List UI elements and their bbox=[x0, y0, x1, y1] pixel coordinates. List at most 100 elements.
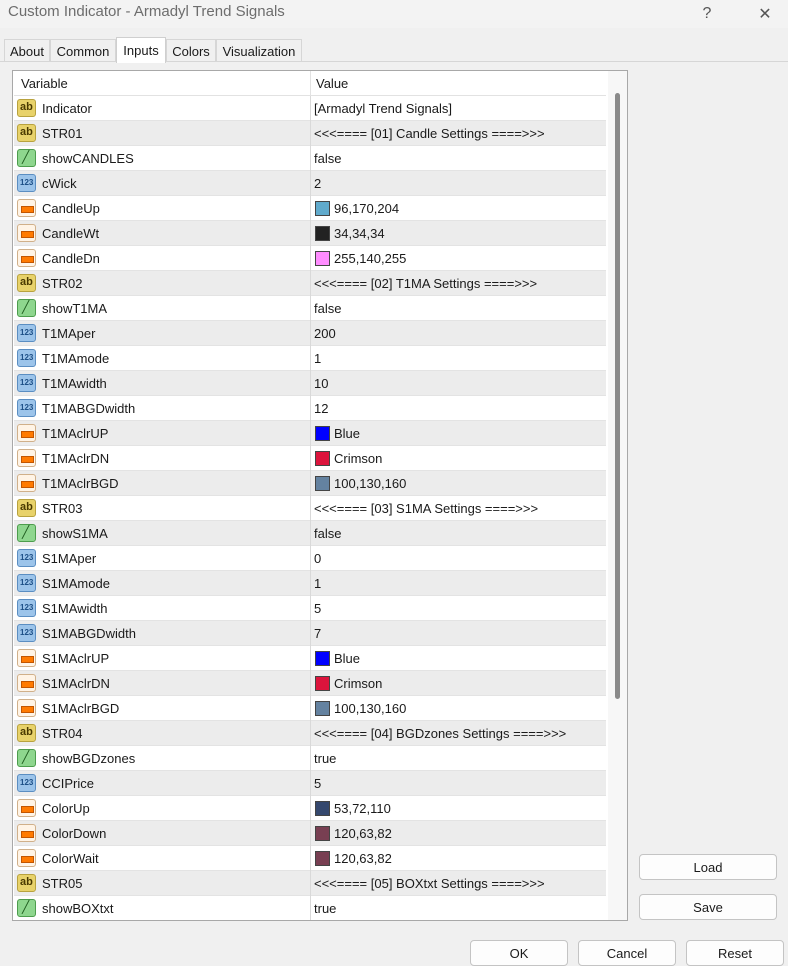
table-row[interactable]: ColorUp 53,72,110 bbox=[14, 796, 606, 821]
variable-value[interactable]: false bbox=[314, 151, 341, 166]
variable-name: cWick bbox=[42, 176, 77, 191]
table-row[interactable]: T1MAclrDN Crimson bbox=[14, 446, 606, 471]
column-header-variable[interactable]: Variable bbox=[21, 76, 68, 91]
variable-value[interactable]: Blue bbox=[334, 651, 360, 666]
table-row[interactable]: S1MAper 0 bbox=[14, 546, 606, 571]
variable-value[interactable]: 96,170,204 bbox=[334, 201, 399, 216]
table-row[interactable]: T1MAclrBGD 100,130,160 bbox=[14, 471, 606, 496]
variable-value[interactable]: 7 bbox=[314, 626, 321, 641]
variable-value[interactable]: 53,72,110 bbox=[334, 801, 391, 816]
ok-button[interactable]: OK bbox=[470, 940, 568, 966]
table-row[interactable]: showBOXtxt true bbox=[14, 896, 606, 920]
color-swatch[interactable] bbox=[315, 426, 330, 441]
color-swatch[interactable] bbox=[315, 701, 330, 716]
table-row[interactable]: T1MABGDwidth 12 bbox=[14, 396, 606, 421]
table-row[interactable]: showCANDLES false bbox=[14, 146, 606, 171]
color-swatch[interactable] bbox=[315, 801, 330, 816]
table-row[interactable]: showS1MA false bbox=[14, 521, 606, 546]
variable-value[interactable]: 120,63,82 bbox=[334, 826, 392, 841]
variable-value[interactable]: 1 bbox=[314, 351, 321, 366]
color-type-icon bbox=[17, 449, 36, 467]
table-row[interactable]: S1MABGDwidth 7 bbox=[14, 621, 606, 646]
vertical-scrollbar[interactable] bbox=[608, 71, 627, 920]
table-row[interactable]: CCIPrice 5 bbox=[14, 771, 606, 796]
tab-common[interactable]: Common bbox=[50, 39, 116, 62]
color-swatch[interactable] bbox=[315, 201, 330, 216]
variable-value[interactable]: false bbox=[314, 526, 341, 541]
table-row[interactable]: cWick 2 bbox=[14, 171, 606, 196]
table-row[interactable]: STR02 <<<==== [02] T1MA Settings ====>>> bbox=[14, 271, 606, 296]
load-button[interactable]: Load bbox=[639, 854, 777, 880]
variable-value[interactable]: 100,130,160 bbox=[334, 476, 406, 491]
color-swatch[interactable] bbox=[315, 851, 330, 866]
table-row[interactable]: Indicator [Armadyl Trend Signals] bbox=[14, 96, 606, 121]
table-row[interactable]: showT1MA false bbox=[14, 296, 606, 321]
table-row[interactable]: showBGDzones true bbox=[14, 746, 606, 771]
variable-value[interactable]: [Armadyl Trend Signals] bbox=[314, 101, 452, 116]
variable-name: S1MAper bbox=[42, 551, 97, 566]
reset-button[interactable]: Reset bbox=[686, 940, 784, 966]
variable-value[interactable]: Crimson bbox=[334, 676, 382, 691]
cancel-button[interactable]: Cancel bbox=[578, 940, 676, 966]
variable-value[interactable]: 10 bbox=[314, 376, 328, 391]
variable-value[interactable]: <<<==== [04] BGDzones Settings ====>>> bbox=[314, 726, 566, 741]
table-row[interactable]: T1MAwidth 10 bbox=[14, 371, 606, 396]
variable-value[interactable]: 1 bbox=[314, 576, 321, 591]
variable-value[interactable]: 120,63,82 bbox=[334, 851, 392, 866]
save-button[interactable]: Save bbox=[639, 894, 777, 920]
variable-value[interactable]: 200 bbox=[314, 326, 336, 341]
table-row[interactable]: S1MAmode 1 bbox=[14, 571, 606, 596]
table-row[interactable]: S1MAclrDN Crimson bbox=[14, 671, 606, 696]
table-row[interactable]: STR03 <<<==== [03] S1MA Settings ====>>> bbox=[14, 496, 606, 521]
tab-colors[interactable]: Colors bbox=[166, 39, 216, 62]
column-divider[interactable] bbox=[310, 71, 311, 96]
scrollbar-thumb[interactable] bbox=[615, 93, 620, 699]
table-row[interactable]: CandleWt 34,34,34 bbox=[14, 221, 606, 246]
variable-value[interactable]: true bbox=[314, 751, 336, 766]
table-row[interactable]: STR05 <<<==== [05] BOXtxt Settings ====>>… bbox=[14, 871, 606, 896]
variable-value[interactable]: <<<==== [02] T1MA Settings ====>>> bbox=[314, 276, 537, 291]
variable-value[interactable]: 12 bbox=[314, 401, 328, 416]
table-row[interactable]: T1MAper 200 bbox=[14, 321, 606, 346]
table-row[interactable]: CandleDn 255,140,255 bbox=[14, 246, 606, 271]
table-row[interactable]: ColorDown 120,63,82 bbox=[14, 821, 606, 846]
color-swatch[interactable] bbox=[315, 826, 330, 841]
variable-value[interactable]: 34,34,34 bbox=[334, 226, 385, 241]
tab-inputs[interactable]: Inputs bbox=[116, 37, 166, 63]
variable-value[interactable]: <<<==== [01] Candle Settings ====>>> bbox=[314, 126, 545, 141]
variable-value[interactable]: Blue bbox=[334, 426, 360, 441]
variable-value[interactable]: true bbox=[314, 901, 336, 916]
table-row[interactable]: T1MAmode 1 bbox=[14, 346, 606, 371]
table-row[interactable]: S1MAwidth 5 bbox=[14, 596, 606, 621]
variable-value[interactable]: <<<==== [03] S1MA Settings ====>>> bbox=[314, 501, 538, 516]
variable-value[interactable]: 5 bbox=[314, 776, 321, 791]
tab-about[interactable]: About bbox=[4, 39, 50, 62]
color-swatch[interactable] bbox=[315, 451, 330, 466]
variable-value[interactable]: 0 bbox=[314, 551, 321, 566]
column-header-value[interactable]: Value bbox=[316, 76, 348, 91]
variable-value[interactable]: 5 bbox=[314, 601, 321, 616]
color-swatch[interactable] bbox=[315, 251, 330, 266]
variable-value[interactable]: false bbox=[314, 301, 341, 316]
color-swatch[interactable] bbox=[315, 676, 330, 691]
table-row[interactable]: T1MAclrUP Blue bbox=[14, 421, 606, 446]
table-row[interactable]: CandleUp 96,170,204 bbox=[14, 196, 606, 221]
color-swatch[interactable] bbox=[315, 476, 330, 491]
table-row[interactable]: S1MAclrBGD 100,130,160 bbox=[14, 696, 606, 721]
color-swatch[interactable] bbox=[315, 226, 330, 241]
table-row[interactable]: STR04 <<<==== [04] BGDzones Settings ====… bbox=[14, 721, 606, 746]
table-row[interactable]: S1MAclrUP Blue bbox=[14, 646, 606, 671]
variable-value[interactable]: 100,130,160 bbox=[334, 701, 406, 716]
table-row[interactable]: STR01 <<<==== [01] Candle Settings ====>>… bbox=[14, 121, 606, 146]
variable-value[interactable]: 2 bbox=[314, 176, 321, 191]
color-swatch[interactable] bbox=[315, 651, 330, 666]
close-button[interactable]: ✕ bbox=[742, 0, 788, 28]
variable-name: CandleUp bbox=[42, 201, 100, 216]
help-button[interactable]: ? bbox=[684, 0, 730, 28]
variable-value[interactable]: Crimson bbox=[334, 451, 382, 466]
variable-value[interactable]: <<<==== [05] BOXtxt Settings ====>>> bbox=[314, 876, 545, 891]
variable-value[interactable]: 255,140,255 bbox=[334, 251, 406, 266]
cell-divider bbox=[310, 246, 311, 271]
tab-visualization[interactable]: Visualization bbox=[216, 39, 302, 62]
table-row[interactable]: ColorWait 120,63,82 bbox=[14, 846, 606, 871]
